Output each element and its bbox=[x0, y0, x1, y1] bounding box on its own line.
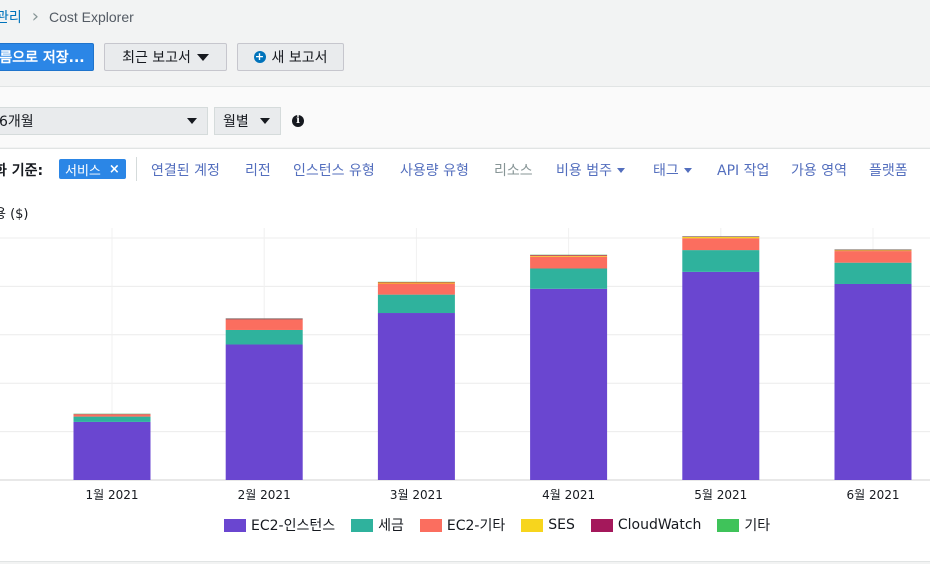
legend-label: SES bbox=[548, 517, 575, 533]
x-tick-label: 6월 2021 bbox=[846, 488, 899, 502]
bar-segment[interactable] bbox=[377, 294, 455, 314]
chart-legend: EC2-인스턴스 세금 EC2-기타 SES CloudWatch 기타 bbox=[224, 515, 770, 535]
legend-item-ses[interactable]: SES bbox=[521, 515, 575, 535]
bar-segment[interactable] bbox=[530, 254, 608, 256]
bar-segment[interactable] bbox=[73, 416, 151, 422]
bar-segment[interactable] bbox=[834, 249, 912, 251]
bar-segment[interactable] bbox=[834, 262, 912, 284]
bar-segment[interactable] bbox=[834, 251, 912, 263]
legend-swatch bbox=[717, 518, 740, 532]
bar-segment[interactable] bbox=[377, 313, 455, 480]
x-tick-label: 1월 2021 bbox=[85, 488, 138, 502]
legend-label: CloudWatch bbox=[617, 517, 702, 533]
bar-segment[interactable] bbox=[834, 250, 912, 252]
legend-swatch bbox=[590, 518, 613, 532]
x-tick-label: 5월 2021 bbox=[694, 488, 747, 502]
legend-swatch bbox=[419, 518, 442, 532]
legend-item-cloudwatch[interactable]: CloudWatch bbox=[590, 515, 702, 535]
legend-item-other[interactable]: 기타 bbox=[717, 515, 770, 535]
bar-segment[interactable] bbox=[530, 255, 608, 257]
cost-chart: 1월 2021 2월 2021 3월 2021 4월 2021 5월 2021 6월 20… bbox=[0, 228, 930, 502]
bar-segment[interactable] bbox=[682, 237, 760, 239]
x-tick-label: 3월 2021 bbox=[390, 488, 443, 502]
legend-label: 기타 bbox=[744, 518, 771, 534]
bar-segment[interactable] bbox=[225, 344, 303, 480]
bar-segment[interactable] bbox=[377, 283, 455, 295]
bar-segment[interactable] bbox=[834, 283, 912, 480]
legend-item-tax[interactable]: 세금 bbox=[351, 515, 404, 535]
legend-label: 세금 bbox=[378, 518, 404, 534]
legend-swatch bbox=[351, 518, 374, 532]
bar-segment[interactable] bbox=[682, 250, 760, 272]
bar-segment[interactable] bbox=[225, 329, 303, 345]
bar-segment[interactable] bbox=[225, 319, 303, 330]
bar-segment[interactable] bbox=[73, 421, 151, 480]
legend-swatch bbox=[521, 518, 544, 532]
bar-segment[interactable] bbox=[530, 288, 608, 480]
legend-item-ec2-other[interactable]: EC2-기타 bbox=[419, 515, 506, 535]
x-tick-label: 4월 2021 bbox=[542, 488, 595, 502]
legend-label: EC2-인스턴스 bbox=[251, 518, 336, 534]
legend-swatch bbox=[224, 518, 246, 532]
legend-item-ec2[interactable]: EC2-인스턴스 bbox=[224, 515, 335, 535]
bar-segment[interactable] bbox=[682, 238, 760, 251]
bar-segment[interactable] bbox=[682, 271, 760, 480]
legend-label: EC2-기타 bbox=[446, 518, 506, 534]
bar-segment[interactable] bbox=[530, 256, 608, 269]
x-tick-label: 2월 2021 bbox=[238, 488, 291, 502]
bar-segment[interactable] bbox=[377, 282, 455, 284]
bar-segment[interactable] bbox=[530, 268, 608, 289]
bar-segment[interactable] bbox=[225, 318, 303, 320]
bar-segment[interactable] bbox=[73, 414, 151, 417]
